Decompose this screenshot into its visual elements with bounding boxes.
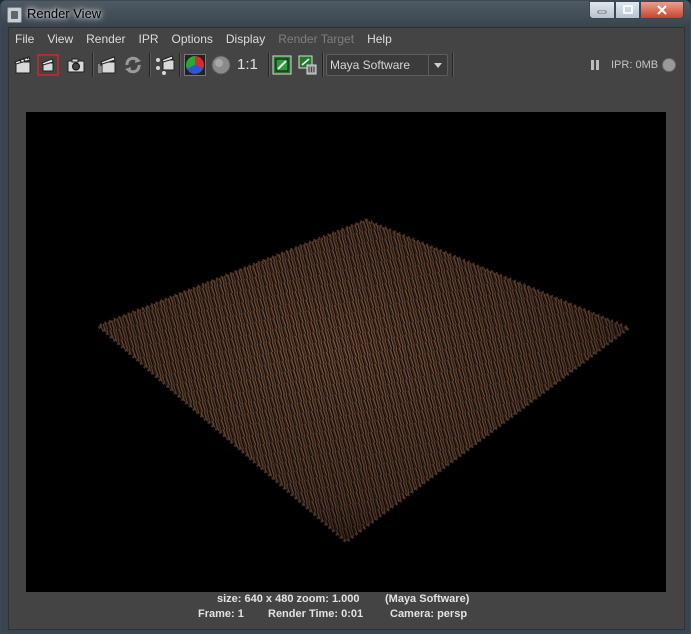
renderer-value: Maya Software (330, 58, 411, 72)
maximize-icon (622, 5, 633, 14)
redo-render-icon[interactable] (37, 54, 59, 76)
alpha-channel-icon[interactable] (210, 54, 232, 76)
menu-render-target[interactable]: Render Target (272, 28, 361, 50)
close-button[interactable] (640, 1, 684, 19)
maya-app-icon (7, 7, 22, 23)
toolbar: 1:1 Maya Software IPR: 0MB (9, 50, 684, 80)
menu-help[interactable]: Help (361, 28, 399, 50)
ipr-memory-status: IPR: 0MB (611, 59, 659, 71)
toolbar-separator (322, 53, 324, 77)
toolbar-separator (268, 53, 270, 77)
minimize-button[interactable] (589, 1, 615, 19)
window-title: Render View (27, 6, 102, 21)
pause-icon[interactable] (587, 54, 603, 76)
render-image-viewport[interactable] (26, 112, 666, 592)
frame-info: Frame: 1 (198, 608, 244, 620)
menu-view[interactable]: View (41, 28, 80, 50)
menu-display[interactable]: Display (220, 28, 272, 50)
menu-bar: File View Render IPR Options Display Ren… (9, 28, 684, 50)
renderer-dropdown[interactable]: Maya Software (326, 54, 448, 76)
render-region-icon[interactable] (154, 54, 176, 76)
clapboard-icon[interactable] (12, 54, 34, 76)
rgb-channels-icon[interactable] (184, 54, 206, 76)
render-time-info: Render Time: 0:01 (268, 608, 364, 620)
render-view-window: Render View File View Render IPR Options… (0, 0, 691, 634)
menu-ipr[interactable]: IPR (133, 28, 166, 50)
chevron-down-icon[interactable] (428, 55, 447, 75)
toolbar-separator (92, 53, 94, 77)
renderer-info: (Maya Software) (385, 593, 470, 605)
real-size-icon[interactable]: 1:1 (237, 54, 263, 76)
remove-image-icon[interactable] (297, 54, 319, 76)
maximize-button[interactable] (615, 1, 640, 19)
rendered-fur-plane-image (95, 218, 633, 544)
menu-options[interactable]: Options (166, 28, 220, 50)
close-icon (657, 5, 667, 15)
toolbar-separator (452, 53, 454, 77)
toolbar-separator (179, 53, 181, 77)
image-size-info: size: 640 x 480 zoom: 1.000 (217, 593, 360, 605)
refresh-ipr-icon[interactable] (122, 54, 144, 76)
render-view-panel: File View Render IPR Options Display Ren… (8, 27, 685, 630)
ipr-render-icon[interactable] (97, 54, 119, 76)
snapshot-camera-icon[interactable] (65, 54, 87, 76)
ipr-status-light-icon (662, 58, 676, 72)
camera-info: Camera: persp (390, 608, 468, 620)
title-bar[interactable]: Render View (1, 1, 690, 27)
menu-file[interactable]: File (9, 28, 41, 50)
minimize-icon (597, 10, 607, 14)
toolbar-separator (149, 53, 151, 77)
keep-image-icon[interactable] (271, 54, 293, 76)
menu-render[interactable]: Render (80, 28, 132, 50)
